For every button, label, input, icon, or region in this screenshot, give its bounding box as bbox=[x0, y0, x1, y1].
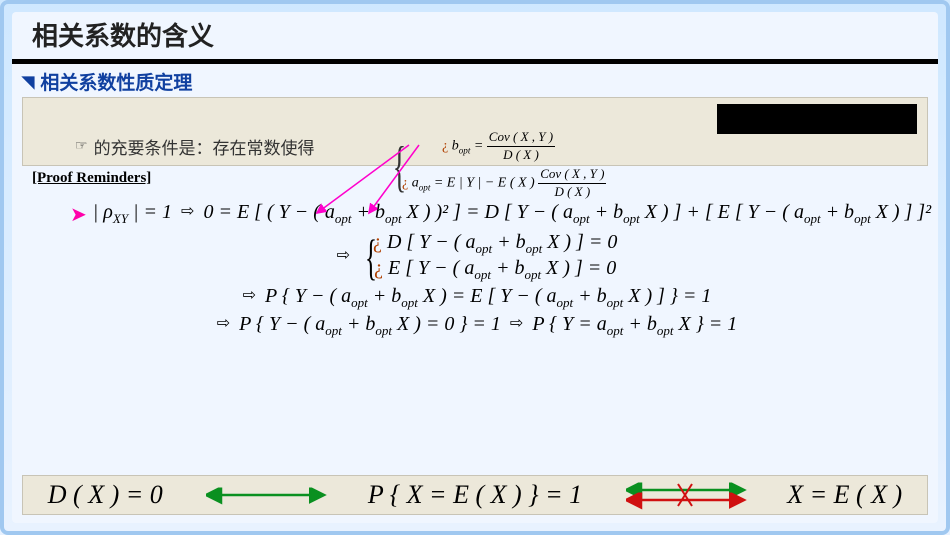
eq-right: X = E ( X ) bbox=[787, 480, 902, 510]
proof-line-2: ⇨ { ¿ D [ Y − ( aopt + bopt X ) ] = 0 ¿ … bbox=[12, 231, 938, 283]
implies-icon: ⇨ bbox=[243, 287, 256, 304]
redacted-block bbox=[717, 104, 917, 134]
a-den: D ( X ) bbox=[538, 184, 606, 201]
eq-left: D ( X ) = 0 bbox=[48, 480, 163, 510]
pink-arrows-overlay bbox=[197, 141, 457, 221]
def-b-row: ¿ bopt = Cov ( X , Y ) D ( X ) bbox=[442, 129, 606, 164]
l1-lhs-sub: XY bbox=[113, 211, 128, 226]
green-red-crossed-arrow-icon bbox=[620, 480, 750, 510]
a-num: Cov ( X , Y ) bbox=[538, 166, 606, 184]
implies-icon: ⇨ bbox=[181, 203, 194, 220]
l1-lhs: | ρ bbox=[93, 201, 113, 223]
b-sub: opt bbox=[459, 145, 471, 155]
bookmark-icon: ◥ bbox=[22, 72, 34, 92]
page-title: 相关系数的含义 bbox=[12, 12, 938, 64]
implies-icon: ⇨ bbox=[217, 315, 230, 332]
math-body: { ¿ bopt = Cov ( X , Y ) D ( X ) ¿ aopt … bbox=[12, 201, 938, 339]
hand-right-icon: ☞ bbox=[75, 138, 88, 155]
subtitle-text: 相关系数性质定理 bbox=[40, 68, 192, 95]
proof-line-4: ⇨ P { Y − ( aopt + bopt X ) = 0 } = 1 ⇨ … bbox=[12, 313, 938, 339]
b-num: Cov ( X , Y ) bbox=[487, 129, 555, 147]
eq-mid: P { X = E ( X ) } = 1 bbox=[368, 480, 582, 510]
equivalence-box: D ( X ) = 0 P { X = E ( X ) } = 1 X = E … bbox=[22, 475, 928, 515]
bullet-arrow-icon: ➤ bbox=[70, 202, 87, 227]
proof-line-3: ⇨ P { Y − ( aopt + bopt X ) = E [ Y − ( … bbox=[12, 285, 938, 311]
section-subtitle: ◥ 相关系数性质定理 bbox=[12, 64, 938, 97]
left-brace-icon: { bbox=[365, 228, 377, 286]
l1-lhs-rest: | = 1 bbox=[128, 201, 172, 223]
implies-icon: ⇨ bbox=[337, 247, 350, 264]
title-text: 相关系数的含义 bbox=[32, 22, 214, 51]
implies-icon: ⇨ bbox=[510, 315, 523, 332]
green-biarrow-icon bbox=[200, 483, 330, 507]
b-den: D ( X ) bbox=[487, 147, 555, 164]
